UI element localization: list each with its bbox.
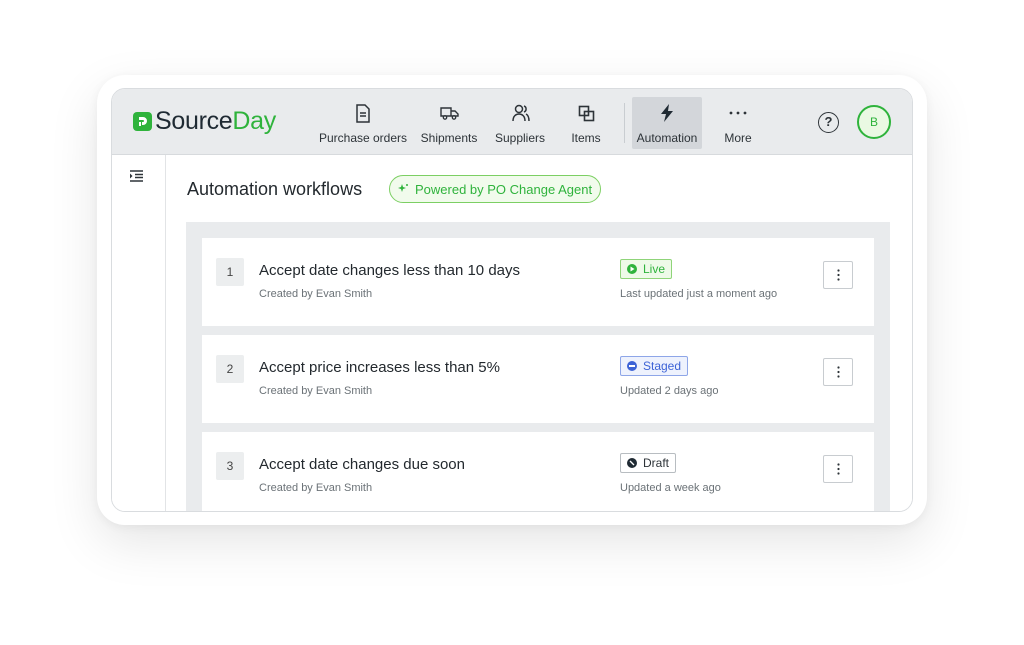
users-icon: [511, 102, 530, 124]
sourceday-logo[interactable]: Source Day: [133, 107, 276, 136]
nav-shipments[interactable]: Shipments: [418, 97, 480, 149]
workflow-card[interactable]: 1 Accept date changes less than 10 days …: [202, 238, 874, 326]
play-icon: [627, 264, 637, 274]
workflow-list: 1 Accept date changes less than 10 days …: [186, 222, 890, 511]
avatar[interactable]: B: [857, 105, 891, 139]
workflow-title[interactable]: Accept date changes less than 10 days: [259, 262, 520, 279]
app-window: Source Day Purchase orders Shipments Supp…: [111, 88, 913, 512]
workflow-title[interactable]: Accept price increases less than 5%: [259, 359, 500, 376]
lightning-icon: [660, 102, 674, 124]
workflow-created-by: Created by Evan Smith: [259, 288, 373, 300]
workflow-number: 1: [216, 258, 244, 286]
sidebar: [112, 155, 166, 511]
workflow-updated: Updated a week ago: [620, 482, 721, 494]
main-content: Automation workflows Powered by PO Chang…: [166, 155, 912, 511]
logo-text-source: Source: [155, 107, 233, 135]
workflow-updated: Updated 2 days ago: [620, 385, 719, 397]
workflow-card[interactable]: 3 Accept date changes due soon Created b…: [202, 432, 874, 511]
nav-more[interactable]: More: [714, 97, 762, 149]
logo-text-day: Day: [232, 107, 276, 135]
kebab-icon: [836, 269, 840, 281]
nav-purchase-orders[interactable]: Purchase orders: [318, 97, 408, 149]
kebab-icon: [836, 366, 840, 378]
more-actions-button[interactable]: [823, 261, 853, 289]
status-badge: Live: [620, 259, 673, 279]
nav-divider: [624, 103, 625, 143]
nav-label: Purchase orders: [318, 131, 408, 145]
more-actions-button[interactable]: [823, 358, 853, 386]
status-badge: Draft: [620, 453, 677, 473]
agent-badge-label: Powered by PO Change Agent: [415, 181, 593, 197]
nav-suppliers[interactable]: Suppliers: [491, 97, 549, 149]
kebab-icon: [836, 463, 840, 475]
minus-circle-icon: [627, 361, 637, 371]
nav-label: Shipments: [420, 131, 478, 145]
agent-badge: Powered by PO Change Agent: [389, 175, 602, 203]
logo-mark-icon: [133, 112, 152, 131]
workflow-created-by: Created by Evan Smith: [259, 385, 373, 397]
nav-automation[interactable]: Automation: [632, 97, 702, 149]
status-label: Draft: [643, 456, 670, 470]
workflow-card[interactable]: 2 Accept price increases less than 5% Cr…: [202, 335, 874, 423]
nav-label: Items: [571, 131, 601, 145]
more-dots-icon: [729, 102, 747, 124]
truck-icon: [439, 102, 459, 124]
document-icon: [355, 102, 371, 124]
workflow-title[interactable]: Accept date changes due soon: [259, 456, 465, 473]
workflow-created-by: Created by Evan Smith: [259, 482, 373, 494]
no-entry-icon: [627, 458, 637, 468]
nav-label: Suppliers: [494, 131, 546, 145]
sidebar-toggle-icon[interactable]: [129, 169, 144, 187]
sparkle-icon: [398, 182, 409, 197]
nav-label: More: [724, 131, 752, 145]
help-icon[interactable]: ?: [818, 112, 839, 133]
status-label: Live: [643, 262, 666, 276]
page-title: Automation workflows: [187, 179, 363, 199]
workflow-number: 2: [216, 355, 244, 383]
workflow-number: 3: [216, 452, 244, 480]
items-icon: [578, 102, 595, 124]
status-label: Staged: [643, 359, 682, 373]
workflow-updated: Last updated just a moment ago: [620, 288, 778, 300]
status-badge: Staged: [620, 356, 689, 376]
more-actions-button[interactable]: [823, 455, 853, 483]
nav-label: Automation: [636, 131, 698, 145]
top-navigation-bar: Source Day Purchase orders Shipments Supp…: [112, 89, 912, 155]
nav-items[interactable]: Items: [564, 97, 608, 149]
